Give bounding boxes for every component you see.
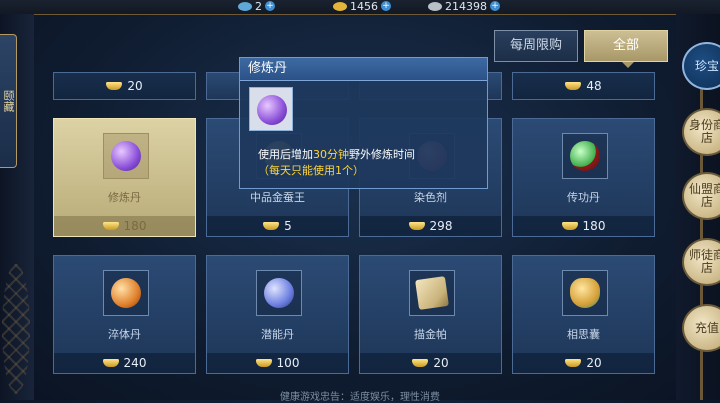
shop-item-card[interactable]: 传功丹 180 — [512, 118, 655, 237]
gold-ingot-icon — [565, 82, 582, 90]
item-price: 20 — [360, 353, 501, 373]
item-name: 描金帕 — [414, 328, 447, 341]
gold-ingot-icon — [263, 222, 280, 230]
item-price: 5 — [207, 216, 348, 236]
gold-ingot-icon — [565, 359, 582, 367]
blue-pill-icon — [263, 278, 294, 308]
item-price-value: 48 — [586, 79, 602, 93]
tooltip-description: 使用后增加30分钟野外修炼时间 — [258, 146, 415, 162]
currency-ingot: 1456 + — [333, 0, 391, 13]
item-price-value: 20 — [127, 79, 143, 93]
purple-pill-icon — [110, 141, 141, 171]
health-notice: 健康游戏忠告：适度娱乐，理性消费 — [280, 392, 440, 403]
selected-filter-indicator — [622, 62, 634, 68]
currency-gem-value: 2 — [255, 0, 262, 13]
lattice-window-decoration — [2, 264, 30, 394]
gold-ingot-icon — [333, 1, 347, 11]
item-price-value: 298 — [429, 219, 453, 233]
currency-gem: 2 + — [238, 0, 275, 13]
item-name: 修炼丹 — [108, 191, 141, 204]
item-tooltip: 修炼丹 使用后增加30分钟野外修炼时间 （每天只能使用1个） — [239, 57, 488, 189]
tooltip-usage-limit: （每天只能使用1个） — [258, 164, 364, 177]
item-price: 48 — [513, 73, 654, 99]
tooltip-desc-prefix: 使用后增加 — [258, 148, 313, 161]
currency-silver-value: 214398 — [445, 0, 487, 13]
all-filter-button[interactable]: 全部 — [584, 30, 668, 62]
gold-ingot-icon — [102, 222, 119, 230]
item-price: 180 — [54, 216, 195, 236]
item-price-value: 20 — [586, 356, 602, 370]
item-price-value: 5 — [284, 219, 292, 233]
weekly-limit-filter-button[interactable]: 每周限购 — [494, 30, 578, 62]
item-price: 180 — [513, 216, 654, 236]
item-icon-frame — [408, 270, 455, 316]
currency-silver: 214398 + — [428, 0, 500, 13]
tooltip-desc-suffix: 野外修炼时间 — [349, 148, 415, 161]
item-price-value: 180 — [123, 219, 147, 233]
add-silver-button[interactable]: + — [490, 1, 500, 11]
item-price-value: 180 — [582, 219, 606, 233]
item-icon-frame — [561, 270, 608, 316]
tooltip-item-icon-frame — [249, 87, 293, 131]
item-name: 传功丹 — [567, 191, 600, 204]
item-icon-frame — [102, 270, 149, 316]
item-name: 相思囊 — [567, 328, 600, 341]
orange-pill-icon — [110, 278, 141, 308]
item-name: 染色剂 — [414, 191, 447, 204]
tooltip-desc-highlight: 30分钟 — [313, 148, 349, 161]
shop-item-card[interactable]: 修炼丹 180 — [53, 118, 196, 237]
item-price: 240 — [54, 353, 195, 373]
item-price: 298 — [360, 216, 501, 236]
blue-gem-icon — [238, 1, 252, 11]
purple-pill-icon — [257, 95, 287, 125]
item-price: 100 — [207, 353, 348, 373]
shop-item-card[interactable]: 淬体丹 240 — [53, 255, 196, 374]
item-price-value: 240 — [123, 356, 147, 370]
shop-item-card-top-1[interactable]: 20 — [53, 72, 196, 100]
item-icon-frame — [561, 133, 608, 179]
gold-ingot-icon — [408, 222, 425, 230]
add-gem-button[interactable]: + — [265, 1, 275, 11]
item-price-value: 100 — [276, 356, 300, 370]
item-icon-frame — [255, 270, 302, 316]
left-rail: 颐藏 — [0, 14, 34, 400]
top-bar: 2 + 1456 + 214398 + — [0, 0, 720, 15]
currency-ingot-value: 1456 — [350, 0, 378, 13]
shop-item-card-top-4[interactable]: 48 — [512, 72, 655, 100]
item-price: 20 — [54, 73, 195, 99]
gold-handkerchief-icon — [414, 276, 449, 310]
green-orb-icon — [569, 141, 600, 171]
gold-ingot-icon — [102, 359, 119, 367]
add-ingot-button[interactable]: + — [381, 1, 391, 11]
gold-ingot-icon — [561, 222, 578, 230]
item-name: 潜能丹 — [261, 328, 294, 341]
shop-item-card[interactable]: 相思囊 20 — [512, 255, 655, 374]
left-side-tab[interactable]: 颐藏 — [0, 34, 17, 168]
gold-ingot-icon — [412, 359, 429, 367]
item-price-value: 20 — [433, 356, 449, 370]
tooltip-title: 修炼丹 — [240, 58, 487, 81]
shop-item-card[interactable]: 描金帕 20 — [359, 255, 502, 374]
item-price: 20 — [513, 353, 654, 373]
item-name: 淬体丹 — [108, 328, 141, 341]
gold-ingot-icon — [106, 82, 123, 90]
gold-ingot-icon — [255, 359, 272, 367]
item-icon-frame — [102, 133, 149, 179]
sachet-icon — [569, 278, 600, 308]
silver-coin-icon — [428, 1, 442, 11]
item-name: 中品金蚕王 — [250, 191, 305, 204]
shop-item-card[interactable]: 潜能丹 100 — [206, 255, 349, 374]
